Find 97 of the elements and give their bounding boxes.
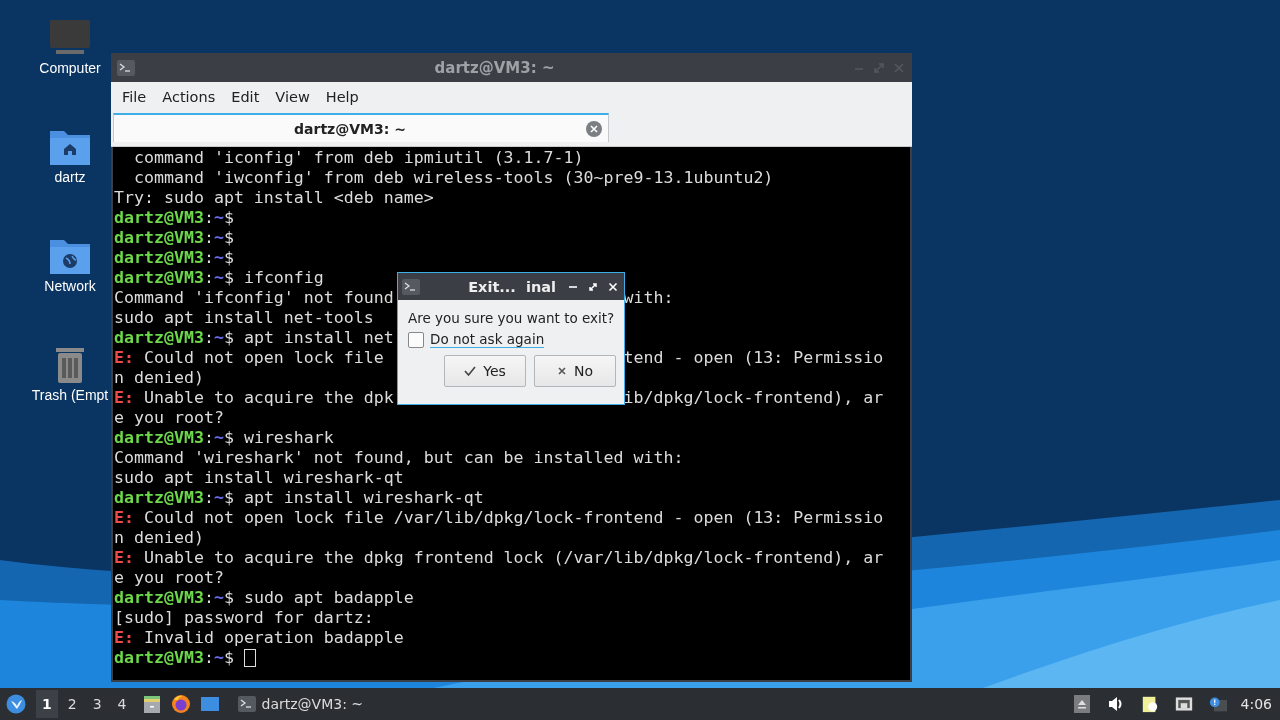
- clipboard-icon[interactable]: [1140, 695, 1159, 713]
- terminal-text: Could not open lock file /var/lib/dpkg/lock-frontend - open (13: Permissio: [142, 508, 884, 528]
- start-menu-icon[interactable]: [6, 694, 26, 714]
- terminal-text: ib/dpkg/lock-frontend), ar: [623, 388, 884, 408]
- terminal-text: ~: [213, 488, 224, 508]
- terminal-text: n denied): [114, 528, 204, 548]
- terminal-text: Invalid operation badapple: [142, 628, 404, 648]
- terminal-text: :: [203, 248, 214, 268]
- terminal-text: $ ifconfig: [223, 268, 324, 288]
- terminal-text: E:: [114, 548, 134, 568]
- terminal-text: dartz@VM3: [114, 208, 204, 228]
- terminal-text: ~: [213, 268, 224, 288]
- desktop-icon[interactable]: [199, 694, 220, 714]
- terminal-text: Could not open lock file: [142, 348, 384, 368]
- terminal-text: dartz@VM3: [114, 588, 204, 608]
- terminal-icon: [117, 59, 135, 76]
- terminal-text: $ sudo apt badapple: [223, 588, 414, 608]
- terminal-text: ~: [213, 208, 224, 228]
- terminal-text: dartz@VM3: [114, 648, 204, 668]
- terminal-text: $: [223, 648, 234, 668]
- menu-item[interactable]: Help: [317, 86, 367, 107]
- terminal-text: :: [203, 428, 214, 448]
- workspace-button[interactable]: 2: [61, 690, 83, 718]
- workspace-button[interactable]: 1: [36, 690, 58, 718]
- checkmark-icon: [464, 365, 477, 377]
- terminal-icon: [237, 696, 256, 712]
- terminal-text: e you root?: [114, 408, 224, 428]
- terminal-text: $ apt install net: [223, 328, 394, 348]
- yes-button[interactable]: Yes: [444, 355, 526, 387]
- terminal-text: ~: [213, 428, 224, 448]
- desktop-icon-label[interactable]: dartz: [54, 169, 86, 185]
- terminal-text: :: [203, 328, 214, 348]
- dialog-title: Exit... inal: [467, 278, 556, 295]
- workspace-button[interactable]: 3: [86, 690, 108, 718]
- terminal-text: $ apt install wireshark-qt: [223, 488, 484, 508]
- terminal-text: ~: [213, 248, 224, 268]
- terminal-text: E:: [114, 508, 134, 528]
- file-cabinet-icon[interactable]: [141, 694, 162, 714]
- terminal-text: n denied): [114, 368, 204, 388]
- checkbox-label[interactable]: Do not ask again: [430, 331, 545, 348]
- terminal-text: sudo apt install net-tools: [114, 308, 374, 328]
- terminal-text: Unable to acquire the dpk: [142, 388, 394, 408]
- window-title: dartz@VM3: ~: [433, 58, 556, 77]
- terminal-text: Unable to acquire the dpkg frontend lock (/var/lib/dpkg/lock-frontend), ar: [142, 548, 884, 568]
- terminal-text: E:: [114, 628, 134, 648]
- terminal-text: with:: [623, 288, 674, 308]
- menu-item[interactable]: View: [267, 86, 318, 107]
- terminal-text: :: [203, 228, 214, 248]
- dialog-message: Are you sure you want to exit?: [408, 310, 616, 326]
- desktop-icon-label[interactable]: Trash (Empt: [31, 387, 109, 403]
- terminal-text: Try: sudo apt install <deb name>: [114, 188, 434, 208]
- terminal-text: dartz@VM3: [114, 488, 204, 508]
- terminal-text: :: [203, 648, 214, 668]
- terminal-text: :: [203, 208, 214, 228]
- terminal-text: ~: [213, 328, 224, 348]
- taskbar-button[interactable]: dartz@VM3: ~: [233, 692, 368, 716]
- network-icon[interactable]: [1174, 695, 1193, 713]
- terminal-text: E:: [114, 348, 134, 368]
- desktop-icon-label[interactable]: Computer: [39, 60, 101, 76]
- terminal-text: dartz@VM3: [114, 428, 204, 448]
- terminal-text: tend - open (13: Permissio: [623, 348, 884, 368]
- desktop-icon-label[interactable]: Network: [44, 278, 96, 294]
- browser-icon[interactable]: [170, 694, 191, 714]
- terminal-text: Command 'ifconfig' not found: [114, 288, 394, 308]
- terminal-text: command 'iwconfig' from deb wireless-tools (30~pre9-13.1ubuntu2): [132, 168, 774, 188]
- menu-item[interactable]: Actions: [154, 86, 224, 107]
- eject-icon[interactable]: [1072, 695, 1091, 713]
- terminal-text: [sudo] password for dartz:: [114, 608, 374, 628]
- close-icon: [556, 366, 567, 376]
- terminal-text: ~: [213, 588, 224, 608]
- notification-icon[interactable]: [1208, 695, 1227, 713]
- terminal-text: dartz@VM3: [114, 228, 204, 248]
- terminal-text: E:: [114, 388, 134, 408]
- clock[interactable]: 4:06: [1240, 696, 1272, 712]
- menu-item[interactable]: File: [114, 86, 155, 107]
- terminal-text: e you root?: [114, 568, 224, 588]
- terminal-text: :: [203, 488, 214, 508]
- terminal-text: :: [203, 268, 214, 288]
- tab[interactable]: dartz@VM3: ~: [113, 113, 609, 142]
- terminal-text: :: [203, 588, 214, 608]
- terminal-text: dartz@VM3: [114, 248, 204, 268]
- terminal-text: sudo apt install wireshark-qt: [114, 468, 404, 488]
- menu-item[interactable]: Edit: [223, 86, 268, 107]
- terminal-text: $: [223, 228, 234, 248]
- terminal-text: Command 'wireshark' not found, but can be installed with:: [114, 448, 684, 468]
- terminal-text: dartz@VM3: [114, 328, 204, 348]
- terminal-text: $: [223, 248, 234, 268]
- terminal-text: ~: [213, 228, 224, 248]
- terminal-text: dartz@VM3: [114, 268, 204, 288]
- terminal-text: $ wireshark: [223, 428, 334, 448]
- terminal-icon: [402, 278, 420, 295]
- checkbox[interactable]: [408, 331, 424, 348]
- terminal-text: command 'iconfig' from deb ipmiutil (3.1.7-1): [132, 148, 584, 168]
- workspace-button[interactable]: 4: [111, 690, 133, 718]
- terminal-text: ~: [213, 648, 224, 668]
- terminal-text: $: [223, 208, 234, 228]
- no-button[interactable]: No: [534, 355, 616, 387]
